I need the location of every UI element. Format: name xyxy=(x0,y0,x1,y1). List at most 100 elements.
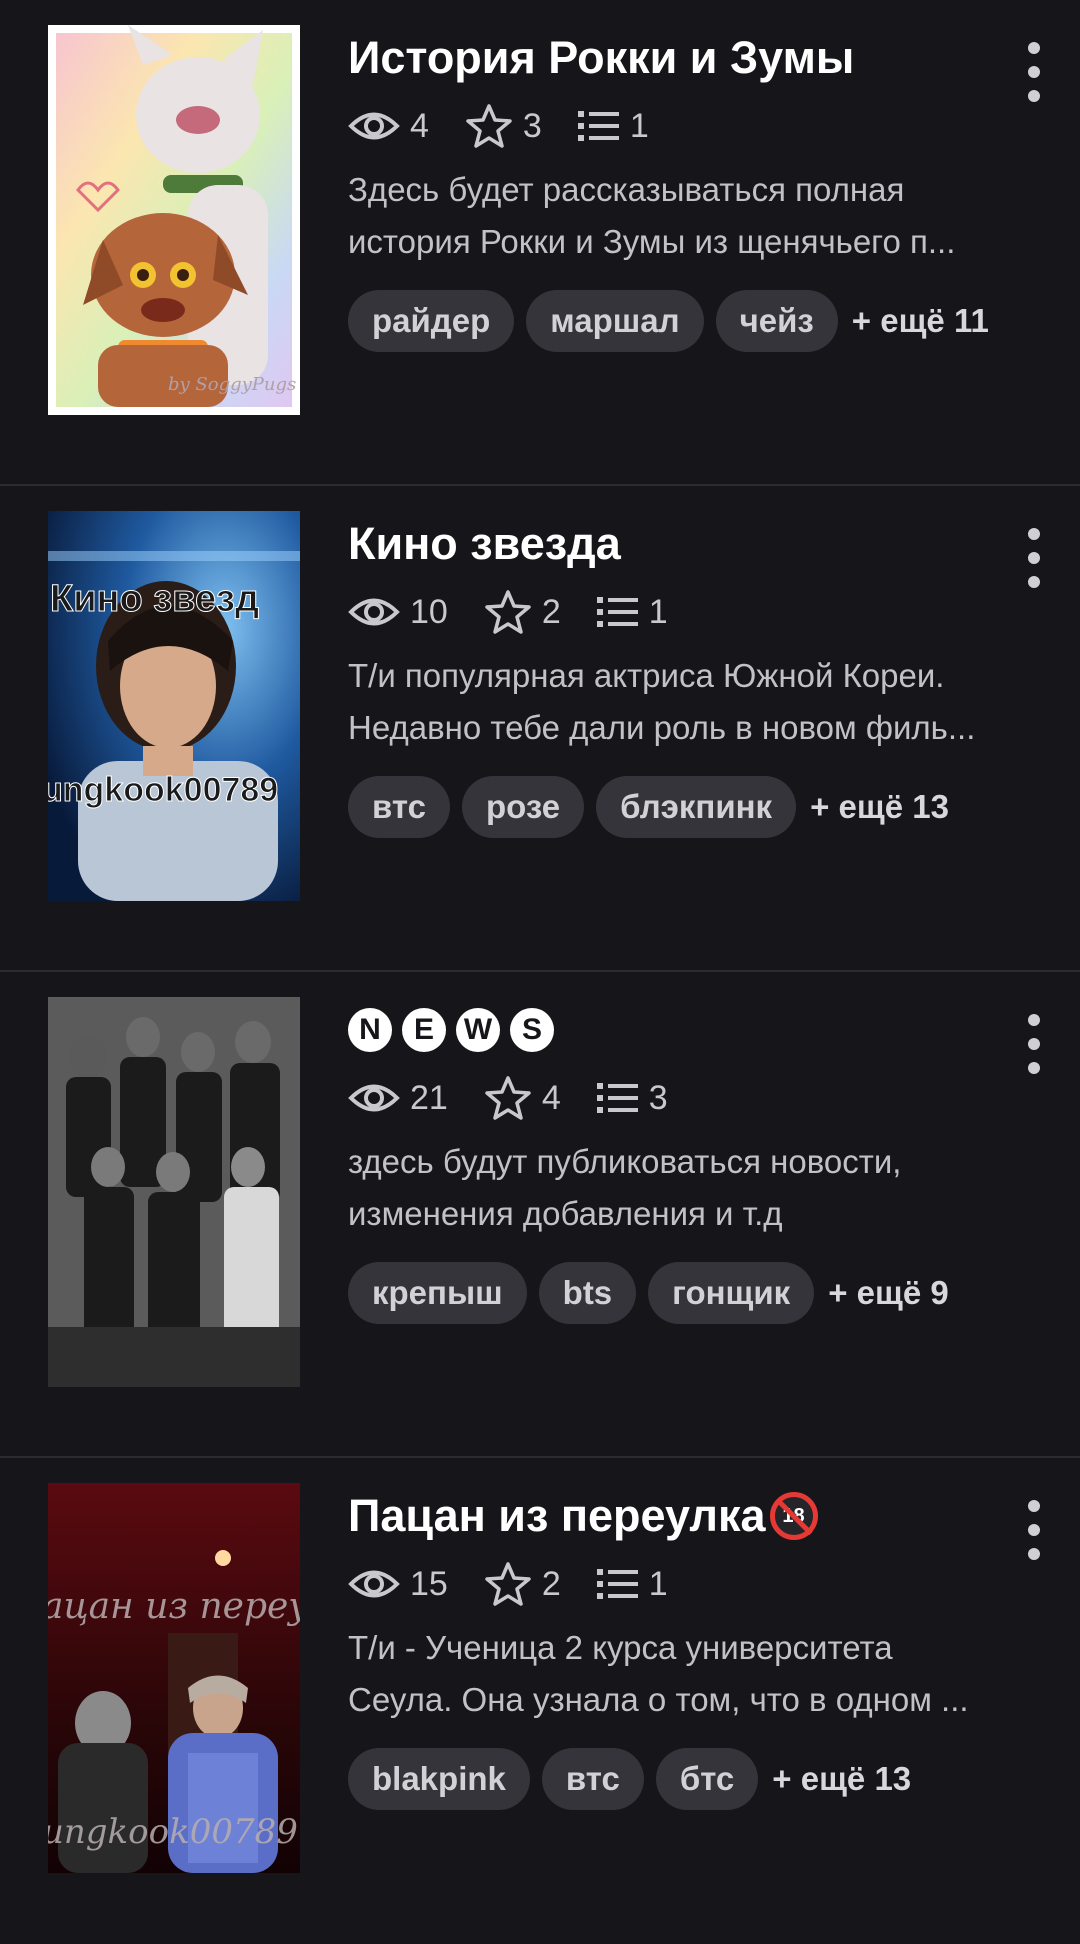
star-icon xyxy=(485,590,531,634)
more-options-icon[interactable] xyxy=(1014,1500,1054,1560)
tag-chip[interactable]: втс xyxy=(541,1748,644,1810)
stars-stat: 2 xyxy=(484,589,561,635)
story-title[interactable]: N E W S xyxy=(348,998,1010,1062)
chapters-stat: 3 xyxy=(596,1078,668,1118)
tag-chip[interactable]: розе xyxy=(461,776,585,838)
cover-photo-group xyxy=(48,997,300,1387)
views-count: 15 xyxy=(410,1564,448,1603)
more-tags-link[interactable]: + ещё 13 xyxy=(772,1760,911,1798)
desc-line: Недавно тебе дали роль в новом филь... xyxy=(348,709,976,746)
story-description[interactable]: Т/и - Ученица 2 курса университета Сеула… xyxy=(348,1622,1010,1726)
cover-illustration-dogs: by SoggyPugs xyxy=(48,25,300,415)
story-card[interactable]: by SoggyPugs История Рокки и Зумы 4 3 1 … xyxy=(0,0,1080,486)
cover-photo-person: Кино звезд ungkook00789 xyxy=(48,511,300,901)
views-stat: 10 xyxy=(348,593,448,632)
story-title[interactable]: Кино звезда xyxy=(348,512,1010,576)
desc-line: Сеула. Она узнала о том, что в одном ... xyxy=(348,1681,969,1718)
story-card[interactable]: Кино звезд ungkook00789 Кино звезда 10 2… xyxy=(0,486,1080,972)
story-title-text[interactable]: Пацан из переулка xyxy=(348,1484,766,1548)
stars-stat: 4 xyxy=(484,1075,561,1121)
views-count: 4 xyxy=(410,106,429,145)
list-icon xyxy=(596,597,638,627)
svg-text:by SoggyPugs: by SoggyPugs xyxy=(168,374,296,395)
tag-chip[interactable]: чейз xyxy=(715,290,838,352)
story-title[interactable]: Пацан из переулка 18 xyxy=(348,1484,1010,1548)
age-restriction-18-icon: 18 xyxy=(769,1492,818,1540)
tag-list: райдер маршал чейз + ещё 11 xyxy=(348,290,1010,352)
stars-stat: 2 xyxy=(484,1561,561,1607)
story-card[interactable]: N E W S 21 4 3 здесь будут публиковаться… xyxy=(0,972,1080,1458)
views-stat: 15 xyxy=(348,1565,448,1604)
title-letter: S xyxy=(510,1008,554,1052)
cover-photo-alley: ацан из переул ungkook00789 xyxy=(48,1483,300,1873)
title-letter: E xyxy=(402,1008,446,1052)
story-title-text[interactable]: История Рокки и Зумы xyxy=(348,26,854,90)
eye-icon xyxy=(348,598,400,626)
more-options-icon[interactable] xyxy=(1014,1014,1054,1074)
story-info: Пацан из переулка 18 15 2 1 Т/и - Учениц… xyxy=(348,1484,1010,1810)
desc-line: Здесь будет рассказываться полная xyxy=(348,171,905,208)
list-icon xyxy=(577,111,619,141)
tag-chip[interactable]: bts xyxy=(538,1262,637,1324)
tag-list: blakpink втс бтс + ещё 13 xyxy=(348,1748,1010,1810)
chapters-stat: 1 xyxy=(577,106,649,146)
story-cover[interactable]: Кино звезд ungkook00789 xyxy=(48,511,300,901)
story-card[interactable]: ацан из переул ungkook00789 Пацан из пер… xyxy=(0,1458,1080,1944)
story-cover[interactable]: ацан из переул ungkook00789 xyxy=(48,1483,300,1873)
desc-line: Т/и - Ученица 2 курса университета xyxy=(348,1629,893,1666)
svg-text:ацан из переул: ацан из переул xyxy=(48,1586,300,1627)
tag-chip[interactable]: райдер xyxy=(348,290,515,352)
stars-stat: 3 xyxy=(465,103,542,149)
chapters-count: 1 xyxy=(648,1564,668,1603)
story-description[interactable]: Т/и популярная актриса Южной Кореи. Неда… xyxy=(348,650,1010,754)
tag-chip[interactable]: блэкпинк xyxy=(596,776,797,838)
desc-line: Т/и популярная актриса Южной Кореи. xyxy=(348,657,945,694)
desc-line: история Рокки и Зумы из щенячьего п... xyxy=(348,223,956,260)
chapters-count: 1 xyxy=(648,592,668,631)
story-title[interactable]: История Рокки и Зумы xyxy=(348,26,1010,90)
more-tags-link[interactable]: + ещё 11 xyxy=(852,302,989,340)
tag-chip[interactable]: бтс xyxy=(655,1748,759,1810)
tag-chip[interactable]: втс xyxy=(348,776,450,838)
stars-count: 2 xyxy=(541,592,561,631)
chapters-count: 3 xyxy=(648,1078,668,1117)
chapters-stat: 1 xyxy=(596,592,668,632)
desc-line: изменения добавления и т.д xyxy=(348,1195,783,1232)
list-icon xyxy=(596,1569,638,1599)
views-stat: 4 xyxy=(348,107,429,146)
story-stats: 10 2 1 xyxy=(348,582,1010,642)
story-description[interactable]: здесь будут публиковаться новости, измен… xyxy=(348,1136,1010,1240)
tag-chip[interactable]: гонщик xyxy=(648,1262,815,1324)
svg-text:ungkook00789: ungkook00789 xyxy=(48,1812,298,1852)
tag-chip[interactable]: blakpink xyxy=(348,1748,530,1810)
story-cover[interactable]: by SoggyPugs xyxy=(48,25,300,415)
story-description[interactable]: Здесь будет рассказываться полная истори… xyxy=(348,164,1010,268)
more-options-icon[interactable] xyxy=(1014,528,1054,588)
chapters-count: 1 xyxy=(629,106,649,145)
eye-icon xyxy=(348,112,400,140)
story-cover[interactable] xyxy=(48,997,300,1387)
tag-chip[interactable]: маршал xyxy=(526,290,704,352)
story-title-text[interactable]: Кино звезда xyxy=(348,512,621,576)
desc-line: здесь будут публиковаться новости, xyxy=(348,1143,902,1180)
story-info: N E W S 21 4 3 здесь будут публиковаться… xyxy=(348,998,1010,1324)
story-list: by SoggyPugs История Рокки и Зумы 4 3 1 … xyxy=(0,0,1080,1944)
star-icon xyxy=(466,104,512,148)
tag-list: втс розе блэкпинк + ещё 13 xyxy=(348,776,1010,838)
more-tags-link[interactable]: + ещё 13 xyxy=(810,788,949,826)
stars-count: 4 xyxy=(541,1078,561,1117)
story-info: История Рокки и Зумы 4 3 1 Здесь будет р… xyxy=(348,26,1010,352)
stars-count: 2 xyxy=(541,1564,561,1603)
tag-chip[interactable]: крепыш xyxy=(348,1262,527,1324)
views-count: 10 xyxy=(410,592,448,631)
eye-icon xyxy=(348,1570,400,1598)
story-info: Кино звезда 10 2 1 Т/и популярная актрис… xyxy=(348,512,1010,838)
title-letter: W xyxy=(456,1008,500,1052)
story-stats: 4 3 1 xyxy=(348,96,1010,156)
views-stat: 21 xyxy=(348,1079,448,1118)
more-tags-link[interactable]: + ещё 9 xyxy=(828,1274,949,1312)
stars-count: 3 xyxy=(522,106,542,145)
chapters-stat: 1 xyxy=(596,1564,668,1604)
more-options-icon[interactable] xyxy=(1014,42,1054,102)
svg-text:ungkook00789: ungkook00789 xyxy=(48,771,278,809)
